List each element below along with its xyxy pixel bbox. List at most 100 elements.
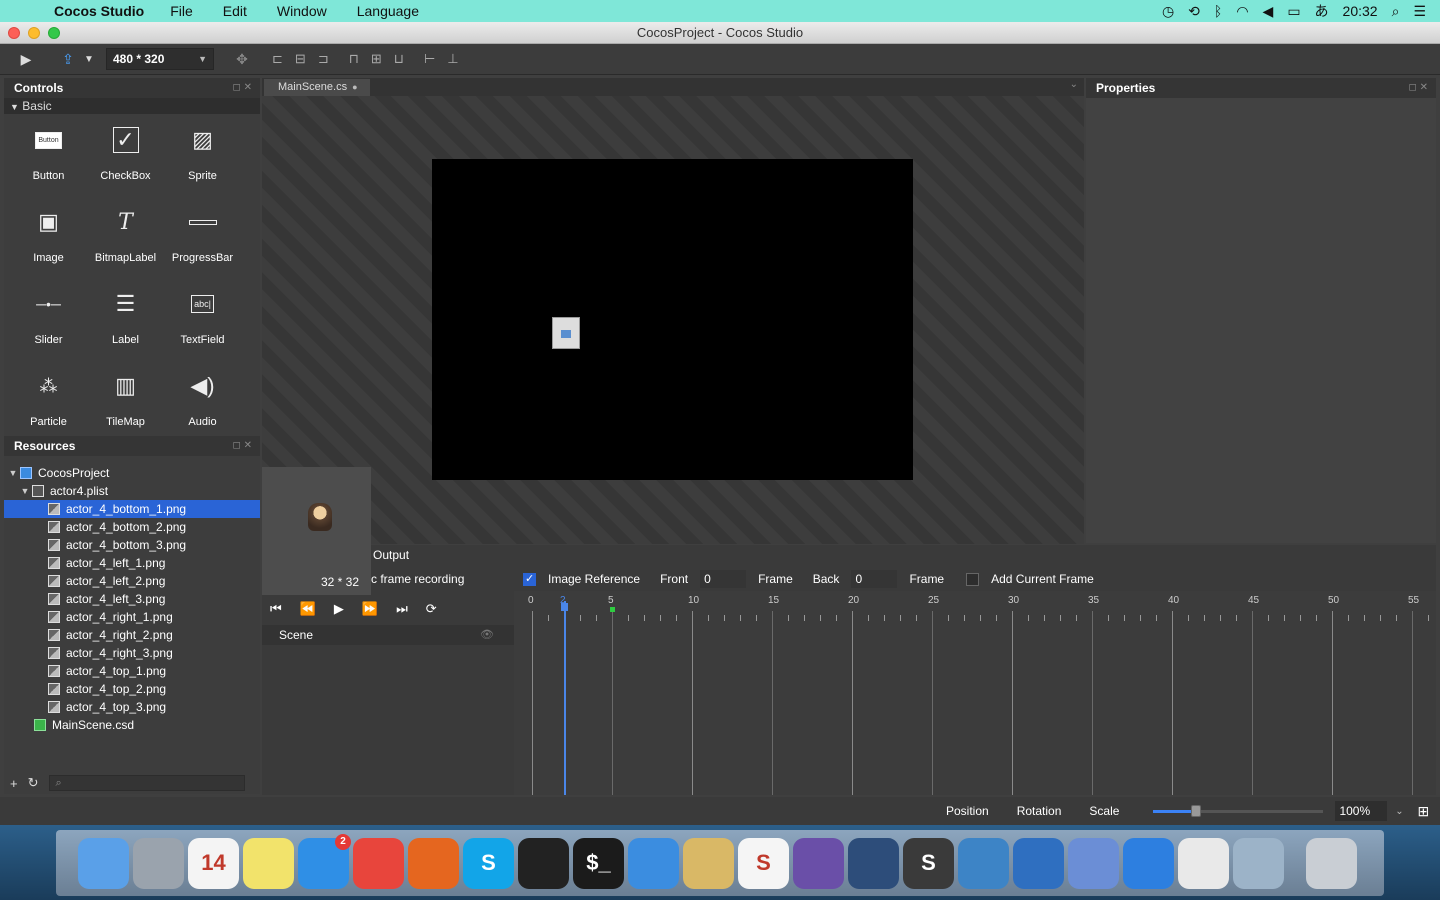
fit-screen-icon[interactable]: ⊞ xyxy=(1417,803,1429,820)
back-input[interactable]: 0 xyxy=(851,570,898,588)
control-audio[interactable]: ◀) Audio xyxy=(164,360,241,442)
tree-png-file[interactable]: actor_4_right_2.png xyxy=(4,626,260,644)
resource-search-input[interactable]: ⌕ xyxy=(48,775,245,791)
volume-icon[interactable]: ◀ xyxy=(1263,3,1274,20)
panel-controls-icon[interactable]: ◻ ✕ xyxy=(1409,78,1428,98)
add-icon[interactable]: + xyxy=(10,776,18,791)
sourcetree-icon[interactable] xyxy=(848,837,899,889)
calendar-icon[interactable]: 14 xyxy=(188,837,239,889)
tree-png-file[interactable]: actor_4_bottom_2.png xyxy=(4,518,260,536)
zoom-slider-knob[interactable] xyxy=(1190,804,1201,817)
sublime-icon[interactable]: S xyxy=(903,837,954,889)
chevron-down-icon[interactable]: ⌄ xyxy=(1387,806,1411,817)
align-top-icon[interactable]: ⊓ xyxy=(349,51,359,67)
control-slider[interactable]: ─•─ Slider xyxy=(10,278,87,360)
rotation-tab[interactable]: Rotation xyxy=(1017,804,1062,818)
chevron-down-icon[interactable]: ⌄ xyxy=(1070,79,1078,90)
unsaved-dot-icon[interactable]: ● xyxy=(352,82,357,92)
tree-png-file[interactable]: actor_4_top_2.png xyxy=(4,680,260,698)
tree-plist[interactable]: ▼ actor4.plist xyxy=(4,482,260,500)
eye-icon[interactable]: 👁 xyxy=(480,625,494,645)
design-stage[interactable] xyxy=(432,159,913,480)
control-bitmaplabel[interactable]: T BitmapLabel xyxy=(87,196,164,278)
playhead-line[interactable] xyxy=(564,601,566,795)
wifi-icon[interactable]: ◠ xyxy=(1236,3,1248,20)
move-icon[interactable]: ✥ xyxy=(228,51,256,68)
menu-language[interactable]: Language xyxy=(357,3,419,19)
scene-canvas[interactable] xyxy=(262,96,1084,544)
chevron-down-icon[interactable]: ▼ xyxy=(6,464,20,482)
timeline-ruler[interactable]: 0 2 5 10 15 20 25 30 35 40 45 50 55 xyxy=(514,591,1436,795)
spotlight-icon[interactable]: ⌕ xyxy=(1392,3,1400,20)
zoom-value[interactable]: 100% xyxy=(1335,801,1388,821)
notification-center-icon[interactable]: ☰ xyxy=(1413,3,1426,20)
firefox-icon[interactable] xyxy=(408,837,459,889)
app-menu[interactable]: Cocos Studio xyxy=(54,3,144,19)
tree-png-file[interactable]: actor_4_right_1.png xyxy=(4,608,260,626)
textedit-icon[interactable] xyxy=(1178,837,1229,889)
slack-icon[interactable]: S xyxy=(738,837,789,889)
appstore-icon[interactable]: 2 xyxy=(298,833,351,889)
chevron-down-icon[interactable]: ▼ xyxy=(18,482,32,500)
timeline-scene-row[interactable]: Scene 👁 xyxy=(262,625,514,645)
tree-png-file[interactable]: actor_4_top_1.png xyxy=(4,662,260,680)
close-window-button[interactable] xyxy=(8,27,20,39)
itunes-icon[interactable] xyxy=(1123,837,1174,889)
run-button[interactable]: ▶ xyxy=(12,51,40,68)
terminal-icon[interactable]: $_ xyxy=(573,837,624,889)
control-textfield[interactable]: abc| TextField xyxy=(164,278,241,360)
publish-dropdown-icon[interactable]: ▼ xyxy=(82,54,96,65)
tab-mainscene[interactable]: MainScene.cs ● xyxy=(264,79,370,96)
keyframe-marker[interactable] xyxy=(610,607,615,612)
tree-scene-file[interactable]: MainScene.csd xyxy=(4,716,260,734)
chrome-icon[interactable] xyxy=(353,837,404,889)
control-button[interactable]: Button Button xyxy=(10,114,87,196)
input-method-icon[interactable]: あ xyxy=(1315,1,1329,21)
control-image[interactable]: ▣ Image xyxy=(10,196,87,278)
refresh-icon[interactable]: ↻ xyxy=(28,775,39,791)
xcode-icon[interactable] xyxy=(628,837,679,889)
distribute-v-icon[interactable]: ⊥ xyxy=(447,51,458,67)
scene-node-icon[interactable] xyxy=(552,317,580,349)
tree-png-file[interactable]: actor_4_top_3.png xyxy=(4,698,260,716)
fast-forward-icon[interactable]: ⏩ xyxy=(362,601,378,617)
tree-png-file[interactable]: actor_4_bottom_1.png xyxy=(4,500,260,518)
zoom-window-button[interactable] xyxy=(48,27,60,39)
tree-png-file[interactable]: actor_4_left_2.png xyxy=(4,572,260,590)
scale-tab[interactable]: Scale xyxy=(1089,804,1119,818)
preview-icon[interactable] xyxy=(1233,837,1284,889)
panel-controls-icon[interactable]: ◻ ✕ xyxy=(233,436,252,456)
launchpad-icon[interactable] xyxy=(133,837,184,889)
clock[interactable]: 20:32 xyxy=(1343,3,1378,19)
panel-controls-icon[interactable]: ◻ ✕ xyxy=(233,78,252,98)
tree-project[interactable]: ▼ CocosProject xyxy=(4,464,260,482)
minimize-window-button[interactable] xyxy=(28,27,40,39)
rewind-icon[interactable]: ⏪ xyxy=(300,601,316,617)
unity-icon[interactable] xyxy=(518,837,569,889)
add-current-frame-checkbox[interactable] xyxy=(966,572,980,586)
finder-icon[interactable] xyxy=(78,837,129,889)
tree-png-file[interactable]: actor_4_bottom_3.png xyxy=(4,536,260,554)
menu-edit[interactable]: Edit xyxy=(223,3,247,19)
control-label[interactable]: ☰ Label xyxy=(87,278,164,360)
image-reference-checkbox[interactable] xyxy=(523,572,536,586)
tree-png-file[interactable]: actor_4_left_1.png xyxy=(4,554,260,572)
notes-icon[interactable] xyxy=(243,837,294,889)
bluetooth-icon[interactable]: ᛒ xyxy=(1214,3,1222,19)
eclipse-icon[interactable] xyxy=(793,837,844,889)
keynote-icon[interactable] xyxy=(1068,837,1119,889)
menu-window[interactable]: Window xyxy=(277,3,327,19)
publish-icon[interactable]: ⇪ xyxy=(54,51,82,68)
trash-icon[interactable] xyxy=(1306,837,1357,889)
align-right-icon[interactable]: ⊐ xyxy=(318,51,329,67)
playhead-handle[interactable] xyxy=(561,603,568,611)
go-to-start-icon[interactable]: ⏮ xyxy=(270,601,282,617)
position-tab[interactable]: Position xyxy=(946,804,989,818)
cocos-icon[interactable] xyxy=(958,837,1009,889)
align-bottom-icon[interactable]: ⊔ xyxy=(394,51,404,67)
distribute-h-icon[interactable]: ⊢ xyxy=(424,51,435,67)
tree-png-file[interactable]: actor_4_right_3.png xyxy=(4,644,260,662)
align-center-h-icon[interactable]: ⊟ xyxy=(295,51,306,67)
resolution-select[interactable]: 480 * 320 ▼ xyxy=(106,48,214,70)
play-icon[interactable]: ▶ xyxy=(334,601,344,617)
